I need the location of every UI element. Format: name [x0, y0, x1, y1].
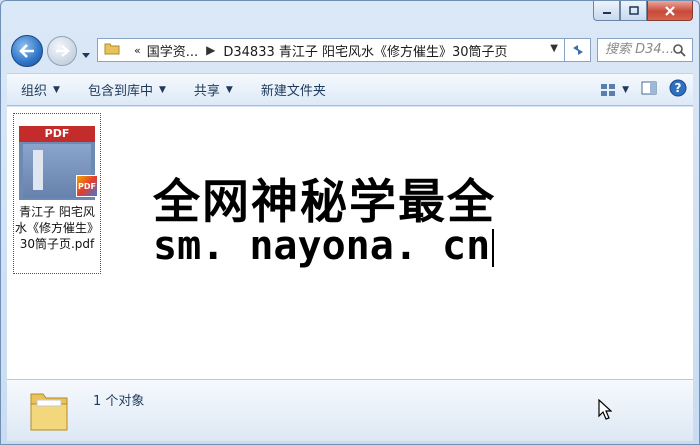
refresh-icon	[572, 45, 583, 55]
file-name: 青江子 阳宅风水《修方催生》30筒子页.pdf	[14, 205, 99, 251]
chevron-down-icon: ▼	[158, 84, 166, 95]
minimize-icon	[602, 11, 611, 14]
preview-pane-icon	[641, 81, 657, 94]
help-icon: ?	[669, 79, 687, 96]
view-grid-icon	[601, 83, 616, 96]
breadcrumb-overflow[interactable]: «	[134, 44, 141, 57]
preview-pane-button[interactable]	[641, 81, 657, 99]
watermark-url: sm. nayona. cn	[153, 223, 491, 269]
search-input[interactable]: 搜索 D34...	[597, 38, 693, 62]
share-menu[interactable]: 共享 ▼	[180, 74, 247, 105]
close-button[interactable]	[647, 1, 693, 21]
address-bar[interactable]: « 国学资... ▶ D34833 青江子 阳宅风水《修方催生》30筒子页 ▼	[97, 38, 565, 62]
maximize-icon	[628, 5, 639, 15]
mouse-pointer-icon	[598, 399, 612, 420]
thumbnail-pdf-label: PDF	[19, 126, 95, 142]
minimize-button[interactable]	[593, 1, 620, 21]
file-list-area[interactable]: PDF PDF 青江子 阳宅风水《修方催生》30筒子页.pdf 全网神秘学最全 …	[7, 107, 693, 379]
thumbnail-book-title	[33, 150, 43, 190]
chevron-down-icon: ▼	[53, 84, 60, 95]
close-icon	[665, 5, 675, 16]
pdf-file-type-icon: PDF	[76, 175, 98, 197]
search-placeholder: 搜索 D34...	[605, 42, 675, 57]
explorer-window: « 国学资... ▶ D34833 青江子 阳宅风水《修方催生》30筒子页 ▼ …	[0, 0, 700, 445]
organize-menu[interactable]: 组织 ▼	[7, 74, 74, 105]
breadcrumb-item-guoxue[interactable]: 国学资...	[147, 41, 198, 60]
forward-arrow-icon	[56, 45, 70, 57]
organize-label: 组织	[21, 84, 48, 99]
details-pane: 1 个对象	[7, 379, 693, 441]
file-item-pdf[interactable]: PDF PDF 青江子 阳宅风水《修方催生》30筒子页.pdf	[13, 113, 101, 274]
share-label: 共享	[193, 84, 220, 99]
maximize-button[interactable]	[620, 1, 647, 21]
new-folder-label: 新建文件夹	[260, 84, 326, 99]
back-button[interactable]	[11, 35, 43, 67]
view-controls: ▼ ?	[600, 74, 687, 105]
watermark-text-line2: sm. nayona. cn	[153, 223, 495, 269]
folder-icon	[104, 41, 120, 59]
include-in-library-menu[interactable]: 包含到库中 ▼	[74, 74, 180, 105]
svg-text:?: ?	[675, 81, 682, 95]
chevron-down-icon: ▼	[225, 84, 233, 95]
include-library-label: 包含到库中	[87, 84, 153, 99]
refresh-button[interactable]	[565, 38, 591, 62]
caption-buttons	[593, 1, 693, 23]
help-button[interactable]: ?	[669, 79, 687, 101]
chevron-down-icon	[82, 53, 90, 58]
text-cursor	[492, 229, 495, 267]
breadcrumb-separator[interactable]: ▶	[206, 43, 215, 57]
command-bar: 组织 ▼ 包含到库中 ▼ 共享 ▼ 新建文件夹 ▼ ?	[7, 73, 693, 106]
watermark-text-line1: 全网神秘学最全	[153, 175, 496, 230]
item-count: 1 个对象	[93, 394, 145, 409]
address-dropdown-icon[interactable]: ▼	[550, 43, 558, 54]
search-icon	[673, 44, 686, 57]
back-arrow-icon	[19, 44, 34, 58]
forward-button[interactable]	[47, 36, 77, 66]
breadcrumb-item-current[interactable]: D34833 青江子 阳宅风水《修方催生》30筒子页	[223, 41, 507, 60]
watermark-overlay: 全网神秘学最全 sm. nayona. cn	[149, 161, 553, 282]
folder-icon	[27, 386, 71, 438]
change-view-button[interactable]: ▼	[600, 83, 629, 97]
new-folder-button[interactable]: 新建文件夹	[247, 74, 340, 105]
recent-pages-button[interactable]	[81, 45, 91, 64]
navigation-row: « 国学资... ▶ D34833 青江子 阳宅风水《修方催生》30筒子页 ▼ …	[9, 31, 693, 71]
chevron-down-icon: ▼	[622, 84, 629, 95]
